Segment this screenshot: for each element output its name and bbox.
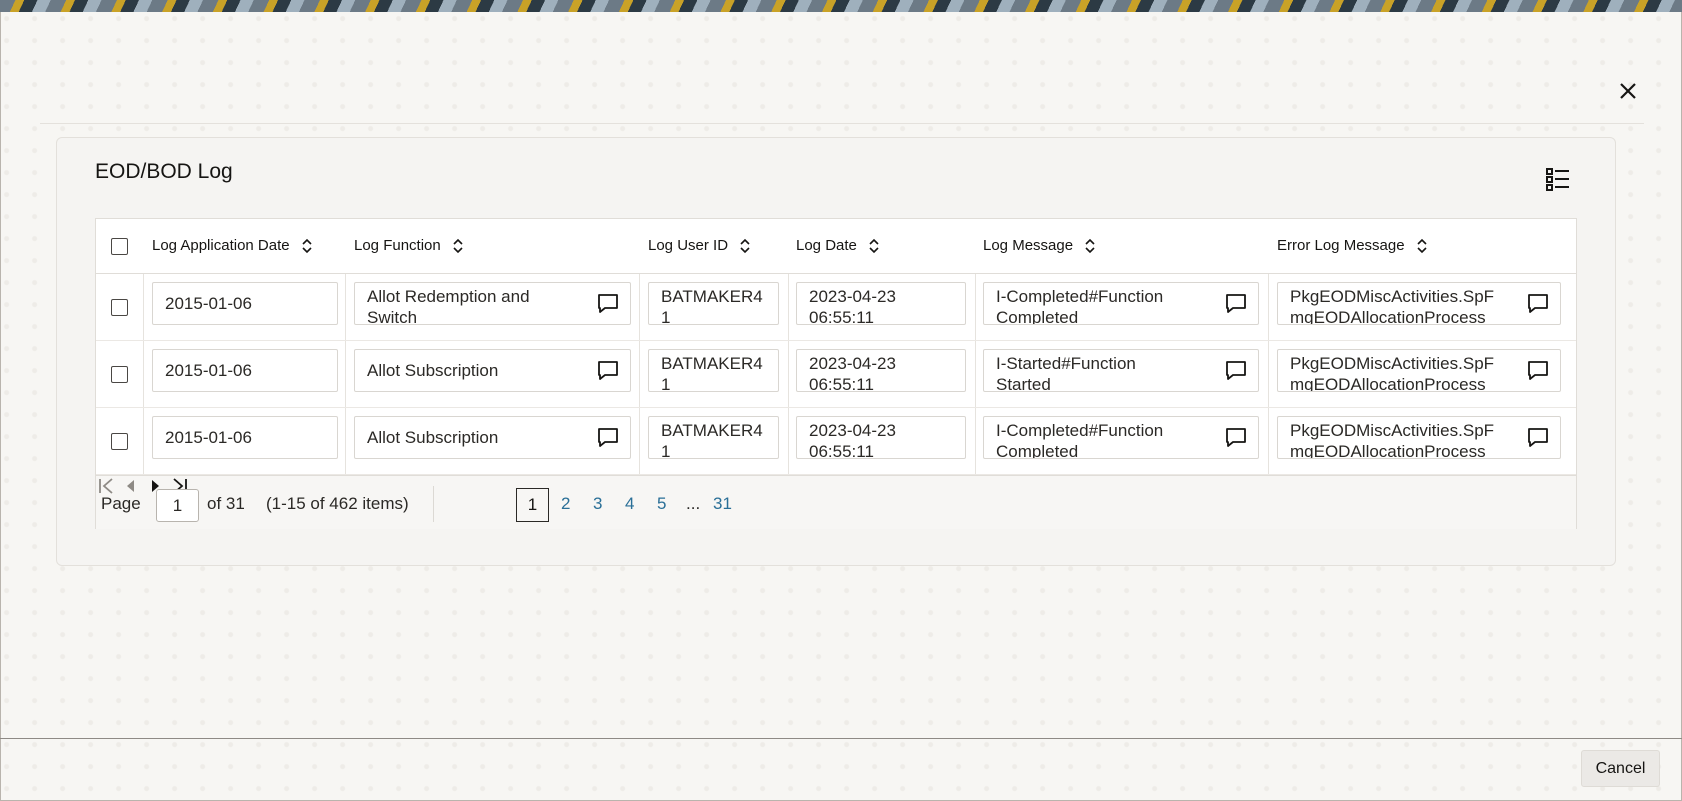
- header-label: Log User ID: [648, 237, 729, 254]
- user-id-value: BATMAKER4 1: [661, 421, 763, 458]
- error-log-message-value: PkgEODMiscActivities.SpF mgEODAllocation…: [1290, 354, 1495, 391]
- app-date-value: 2015-01-06: [165, 361, 252, 380]
- function-field[interactable]: Allot Redemption and Switch: [354, 282, 631, 325]
- close-button[interactable]: [1613, 76, 1643, 106]
- message-icon[interactable]: [1526, 359, 1550, 383]
- message-icon[interactable]: [1224, 292, 1248, 316]
- function-value: Allot Redemption and Switch: [367, 287, 530, 324]
- page-button-4[interactable]: 4: [625, 494, 634, 514]
- header-label: Error Log Message: [1277, 237, 1405, 254]
- sort-icon[interactable]: [451, 238, 465, 254]
- table-row: 2015-01-06 Allot Subscription BATMAKER4 …: [96, 408, 1576, 475]
- user-id-value: BATMAKER4 1: [661, 354, 763, 391]
- table-row: 2015-01-06 Allot Redemption and Switch B…: [96, 274, 1576, 341]
- top-banner: [0, 0, 1682, 12]
- header-log-user-id[interactable]: Log User ID: [648, 237, 752, 254]
- eod-bod-log-panel: EOD/BOD Log Log Application Date Log Fun…: [56, 137, 1616, 566]
- error-log-message-field[interactable]: PkgEODMiscActivities.SpF mgEODAllocation…: [1277, 416, 1561, 459]
- row-checkbox[interactable]: [111, 366, 128, 383]
- previous-page-icon[interactable]: [121, 476, 141, 496]
- table-header: Log Application Date Log Function Log Us…: [96, 219, 1576, 274]
- log-date-value: 2023-04-23 06:55:11: [809, 421, 896, 458]
- app-date-value: 2015-01-06: [165, 294, 252, 313]
- function-value: Allot Subscription: [367, 428, 499, 447]
- close-icon: [1620, 83, 1636, 99]
- log-message-field[interactable]: I-Completed#Function Completed: [983, 282, 1259, 325]
- pager-divider: [433, 486, 434, 522]
- error-log-message-value: PkgEODMiscActivities.SpF mgEODAllocation…: [1290, 421, 1495, 458]
- log-message-value: I-Started#Function Started: [996, 354, 1136, 391]
- function-field[interactable]: Allot Subscription: [354, 416, 631, 459]
- error-log-message-field[interactable]: PkgEODMiscActivities.SpF mgEODAllocation…: [1277, 349, 1561, 392]
- log-message-value: I-Completed#Function Completed: [996, 421, 1164, 458]
- sort-icon[interactable]: [1415, 238, 1429, 254]
- page-button-current[interactable]: 1: [516, 488, 549, 522]
- message-icon[interactable]: [596, 359, 620, 383]
- items-count-label: (1-15 of 462 items): [266, 494, 409, 513]
- page-total-label: of 31: [207, 494, 245, 513]
- user-id-field[interactable]: BATMAKER4 1: [648, 349, 779, 392]
- page-label: Page: [101, 494, 141, 513]
- log-message-value: I-Completed#Function Completed: [996, 287, 1164, 324]
- page-button-3[interactable]: 3: [593, 494, 602, 514]
- page-number: 1: [527, 495, 538, 514]
- app-date-value: 2015-01-06: [165, 428, 252, 447]
- message-icon[interactable]: [1224, 426, 1248, 450]
- sort-icon[interactable]: [1083, 238, 1097, 254]
- header-log-date[interactable]: Log Date: [796, 237, 881, 254]
- log-date-field[interactable]: 2023-04-23 06:55:11: [796, 282, 966, 325]
- message-icon[interactable]: [1526, 292, 1550, 316]
- user-id-field[interactable]: BATMAKER4 1: [648, 282, 779, 325]
- app-date-field[interactable]: 2015-01-06: [152, 349, 338, 392]
- page-button-2[interactable]: 2: [561, 494, 570, 514]
- app-date-field[interactable]: 2015-01-06: [152, 416, 338, 459]
- header-label: Log Function: [354, 237, 441, 254]
- pages-ellipsis: ...: [686, 494, 701, 513]
- log-date-field[interactable]: 2023-04-23 06:55:11: [796, 349, 966, 392]
- function-value: Allot Subscription: [367, 361, 499, 380]
- table-row: 2015-01-06 Allot Subscription BATMAKER4 …: [96, 341, 1576, 408]
- error-log-message-value: PkgEODMiscActivities.SpF mgEODAllocation…: [1290, 287, 1495, 324]
- message-icon[interactable]: [596, 292, 620, 316]
- row-checkbox[interactable]: [111, 433, 128, 450]
- page-button-last-number[interactable]: 31: [713, 494, 732, 514]
- sort-icon[interactable]: [300, 238, 314, 254]
- log-message-field[interactable]: I-Completed#Function Completed: [983, 416, 1259, 459]
- select-all-checkbox[interactable]: [111, 238, 128, 255]
- message-icon[interactable]: [1526, 426, 1550, 450]
- list-view-button[interactable]: [1545, 166, 1575, 196]
- header-divider: [40, 123, 1644, 124]
- pagination-bar: Page of 31 (1-15 of 462 items) 1 2 3 4 5…: [96, 475, 1576, 529]
- list-icon: [1546, 168, 1569, 191]
- function-field[interactable]: Allot Subscription: [354, 349, 631, 392]
- page-button-5[interactable]: 5: [657, 494, 666, 514]
- message-icon[interactable]: [1224, 359, 1248, 383]
- first-page-icon[interactable]: [96, 476, 116, 496]
- sort-icon[interactable]: [867, 238, 881, 254]
- row-checkbox[interactable]: [111, 299, 128, 316]
- header-log-function[interactable]: Log Function: [354, 237, 465, 254]
- message-icon[interactable]: [596, 426, 620, 450]
- page-number-input[interactable]: [156, 489, 199, 522]
- log-date-field[interactable]: 2023-04-23 06:55:11: [796, 416, 966, 459]
- header-error-log-message[interactable]: Error Log Message: [1277, 237, 1429, 254]
- log-date-value: 2023-04-23 06:55:11: [809, 354, 896, 391]
- error-log-message-field[interactable]: PkgEODMiscActivities.SpF mgEODAllocation…: [1277, 282, 1561, 325]
- cancel-button[interactable]: Cancel: [1581, 750, 1660, 787]
- user-id-field[interactable]: BATMAKER4 1: [648, 416, 779, 459]
- log-message-field[interactable]: I-Started#Function Started: [983, 349, 1259, 392]
- panel-title: EOD/BOD Log: [95, 160, 233, 183]
- header-log-message[interactable]: Log Message: [983, 237, 1097, 254]
- header-label: Log Message: [983, 237, 1074, 254]
- log-table: Log Application Date Log Function Log Us…: [95, 218, 1577, 529]
- sort-icon[interactable]: [738, 238, 752, 254]
- header-log-application-date[interactable]: Log Application Date: [152, 237, 314, 254]
- footer-divider: [0, 738, 1682, 739]
- user-id-value: BATMAKER4 1: [661, 287, 763, 324]
- header-label: Log Application Date: [152, 237, 290, 254]
- header-label: Log Date: [796, 237, 857, 254]
- log-date-value: 2023-04-23 06:55:11: [809, 287, 896, 324]
- app-date-field[interactable]: 2015-01-06: [152, 282, 338, 325]
